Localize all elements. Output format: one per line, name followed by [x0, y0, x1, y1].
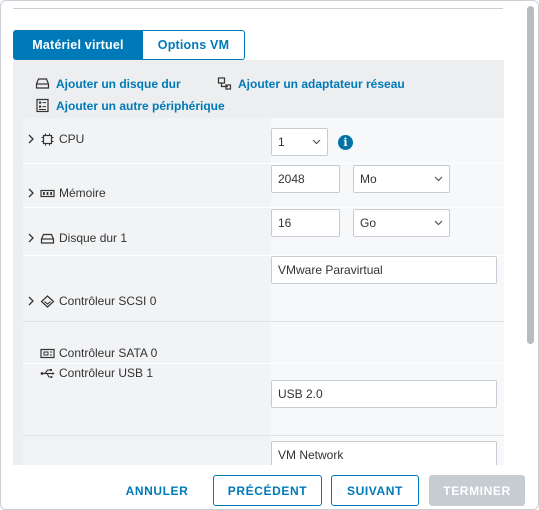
- memory-label: Mémoire: [26, 186, 106, 200]
- add-network-adapter-label: Ajouter un adaptateur réseau: [238, 76, 405, 91]
- add-device-toolbar: Ajouter un disque dur Ajouter un adaptat…: [13, 60, 504, 120]
- chevron-down-icon: [434, 220, 443, 226]
- hardware-row-usb-controller: Contrôleur USB 1 USB 2.0: [23, 364, 504, 436]
- cpu-count-select[interactable]: 1: [271, 128, 328, 156]
- hardware-row-hard-disk: Disque dur 1 16 Go: [23, 208, 504, 256]
- network-adapter-icon: [217, 77, 232, 90]
- hardware-row-scsi-controller: Contrôleur SCSI 0 VMware Paravirtual: [23, 256, 504, 322]
- hard-disk-unit-select[interactable]: Go: [353, 209, 450, 237]
- info-icon[interactable]: i: [338, 135, 353, 150]
- vertical-scrollbar[interactable]: [527, 6, 534, 344]
- scsi-controller-label: Contrôleur SCSI 0: [26, 294, 156, 308]
- usb-controller-type-field[interactable]: USB 2.0: [271, 380, 497, 408]
- cpu-label: CPU: [26, 132, 84, 146]
- hard-disk-icon: [40, 233, 55, 244]
- memory-unit-value: Mo: [360, 172, 377, 186]
- add-hard-disk-label: Ajouter un disque dur: [56, 76, 181, 91]
- hardware-row-cpu: CPU 1 i: [23, 118, 504, 164]
- hard-disk-name: Disque dur 1: [59, 231, 128, 245]
- network-value: VM Network: [278, 448, 344, 462]
- cpu-name: CPU: [59, 132, 85, 146]
- scsi-controller-icon: [40, 294, 55, 308]
- add-other-device-label: Ajouter un autre périphérique: [56, 98, 225, 113]
- tab-bar: Matériel virtuel Options VM: [13, 30, 245, 60]
- chevron-right-icon[interactable]: [26, 188, 36, 198]
- add-network-adapter-button[interactable]: Ajouter un adaptateur réseau: [217, 76, 405, 91]
- scsi-controller-name: Contrôleur SCSI 0: [59, 294, 157, 308]
- usb-controller-name: Contrôleur USB 1: [59, 366, 154, 380]
- sata-controller-icon: [40, 348, 55, 358]
- device-icon: [36, 98, 49, 113]
- scsi-controller-type-value: VMware Paravirtual: [278, 263, 383, 277]
- hardware-row-network-adapter: VM Network: [23, 436, 504, 465]
- chevron-right-icon[interactable]: [26, 134, 36, 144]
- tab-vm-options[interactable]: Options VM: [143, 30, 245, 60]
- network-select[interactable]: VM Network: [271, 441, 497, 465]
- previous-button[interactable]: PRÉCÉDENT: [213, 475, 322, 506]
- usb-icon: [40, 368, 55, 378]
- hard-disk-unit-value: Go: [360, 216, 377, 230]
- divider: [13, 8, 503, 9]
- wizard-footer: ANNULER PRÉCÉDENT SUIVANT TERMINER: [0, 465, 539, 510]
- usb-controller-label: Contrôleur USB 1: [40, 366, 153, 380]
- memory-name: Mémoire: [59, 186, 106, 200]
- sata-controller-label: Contrôleur SATA 0: [40, 346, 157, 360]
- chevron-down-icon: [434, 176, 443, 182]
- hard-disk-label: Disque dur 1: [26, 231, 127, 245]
- cancel-button[interactable]: ANNULER: [112, 475, 202, 506]
- chevron-right-icon[interactable]: [26, 233, 36, 243]
- memory-size-input[interactable]: 2048: [271, 165, 340, 193]
- memory-icon: [40, 189, 55, 197]
- memory-size-value: 2048: [278, 172, 305, 186]
- chevron-down-icon: [312, 139, 321, 145]
- tab-virtual-hardware[interactable]: Matériel virtuel: [13, 30, 143, 60]
- scsi-controller-type-field[interactable]: VMware Paravirtual: [271, 256, 497, 284]
- next-button[interactable]: SUIVANT: [331, 475, 419, 506]
- hard-disk-size-value: 16: [278, 216, 292, 230]
- hard-disk-icon: [35, 78, 50, 89]
- memory-unit-select[interactable]: Mo: [353, 165, 450, 193]
- hard-disk-size-input[interactable]: 16: [271, 209, 340, 237]
- sata-controller-name: Contrôleur SATA 0: [59, 346, 158, 360]
- hardware-row-memory: Mémoire 2048 Mo: [23, 164, 504, 208]
- cpu-icon: [41, 133, 54, 145]
- hardware-row-sata-controller: Contrôleur SATA 0: [23, 322, 504, 364]
- add-hard-disk-button[interactable]: Ajouter un disque dur: [35, 76, 181, 91]
- cpu-count-value: 1: [278, 135, 285, 149]
- add-other-device-button[interactable]: Ajouter un autre périphérique: [35, 98, 225, 113]
- usb-controller-type-value: USB 2.0: [278, 387, 323, 401]
- chevron-right-icon[interactable]: [26, 296, 36, 306]
- virtual-hardware-panel: Ajouter un disque dur Ajouter un adaptat…: [13, 60, 504, 465]
- finish-button[interactable]: TERMINER: [429, 475, 525, 506]
